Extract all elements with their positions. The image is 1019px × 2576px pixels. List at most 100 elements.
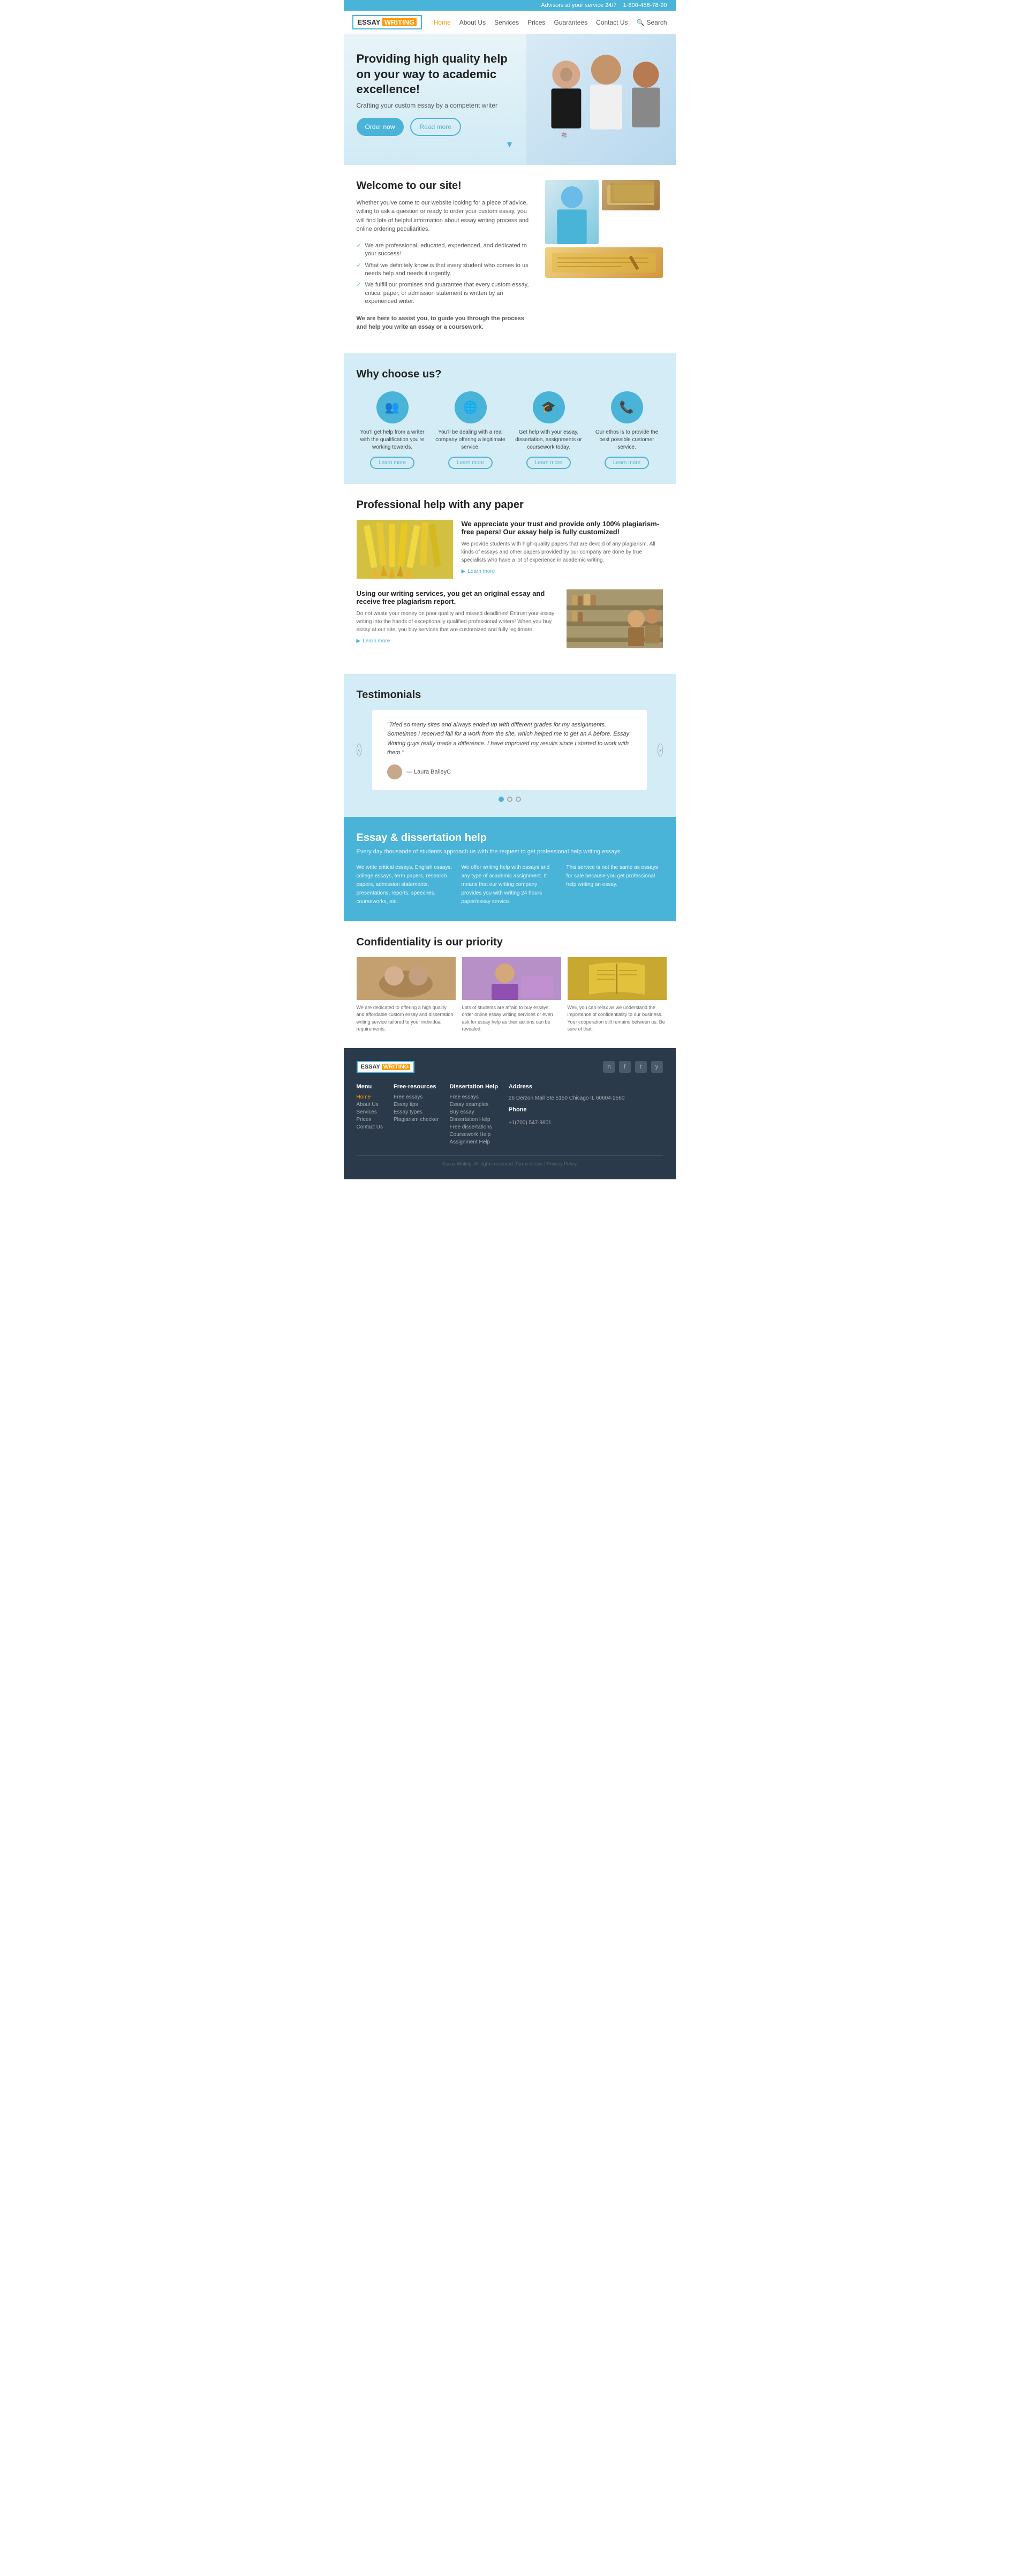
- essay-help-heading: Essay & dissertation help: [357, 832, 663, 844]
- header: ESSAY WRITING Home About Us Services Pri…: [344, 11, 676, 34]
- copyright-text: Essay Writing. All rights reserved. Term…: [442, 1161, 577, 1166]
- welcome-text: Welcome to our site! Whether you've come…: [357, 180, 534, 338]
- footer-link-essay-tips[interactable]: Essay tips: [394, 1102, 439, 1108]
- why-cards: 👥 You'll get help from a writer with the…: [357, 391, 663, 469]
- footer-link-dissertation-help[interactable]: Dissertation Help: [449, 1117, 497, 1123]
- pro-row-1: We appreciate your trust and provide onl…: [357, 520, 663, 579]
- welcome-image-person: [545, 180, 599, 244]
- why-card-2: 🌐 You'll be dealing with a real company …: [435, 391, 507, 469]
- search-icon: 🔍: [637, 19, 645, 26]
- hero-subtext: Crafting your custom essay by a competen…: [357, 102, 525, 109]
- footer-link-assignment-help[interactable]: Assignment Help: [449, 1139, 497, 1145]
- confidentiality-heading: Confidentiality is our priority: [357, 936, 663, 949]
- testimonial-box: "Tried so many sites and always ended up…: [372, 710, 647, 790]
- social-facebook[interactable]: f: [619, 1061, 631, 1073]
- footer-link-plagiarism[interactable]: Plagiarism checker: [394, 1117, 439, 1123]
- footer-address-heading: Address: [509, 1084, 624, 1090]
- footer-resources-heading: Free-resources: [394, 1084, 439, 1090]
- testimonial-prev-button[interactable]: ‹: [357, 744, 361, 756]
- conf-text-3: Well, you can relax as we understand the…: [568, 1004, 667, 1033]
- nav-prices[interactable]: Prices: [527, 19, 545, 26]
- read-more-button[interactable]: Read more: [410, 118, 461, 136]
- pro-learn-label-1: Learn more: [467, 569, 495, 574]
- pro-text-1: We appreciate your trust and provide onl…: [462, 520, 663, 574]
- pro-learn-link-1[interactable]: ▶ Learn more: [462, 569, 663, 574]
- nav-services[interactable]: Services: [494, 19, 519, 26]
- footer-link-home[interactable]: Home: [357, 1094, 383, 1100]
- footer-logo-essay: ESSAY: [361, 1064, 380, 1070]
- social-linkedin[interactable]: in: [603, 1061, 615, 1073]
- social-icons: in f t y: [603, 1061, 663, 1073]
- confidentiality-cards: We are dedicated to offering a high qual…: [357, 957, 663, 1033]
- checklist-item-2: What we definitely know is that every st…: [357, 260, 534, 280]
- why-learn-btn-2[interactable]: Learn more: [448, 457, 493, 469]
- why-learn-btn-1[interactable]: Learn more: [370, 457, 414, 469]
- dot-2[interactable]: [507, 797, 512, 802]
- footer-top: ESSAY WRITING in f t y: [357, 1061, 663, 1073]
- footer-link-contact[interactable]: Contact Us: [357, 1124, 383, 1130]
- welcome-bottom-text: We are here to assist you, to guide you …: [357, 314, 534, 332]
- confidentiality-section: Confidentiality is our priority We are d…: [344, 921, 676, 1048]
- footer-link-coursework-help[interactable]: Coursework Help: [449, 1132, 497, 1138]
- welcome-image-writing: [545, 247, 663, 278]
- nav-guarantees[interactable]: Guarantees: [554, 19, 587, 26]
- nav-about[interactable]: About Us: [459, 19, 486, 26]
- why-heading: Why choose us?: [357, 368, 663, 381]
- why-learn-btn-4[interactable]: Learn more: [605, 457, 649, 469]
- author-name: — Laura BaileyC: [406, 769, 451, 775]
- essay-col-3: This service is not the same as essays f…: [567, 863, 663, 906]
- pro-desc-2: Do not waste your money on poor quality …: [357, 610, 558, 634]
- scroll-down-arrow[interactable]: ▼: [357, 136, 663, 154]
- dot-3[interactable]: [516, 797, 521, 802]
- pro-title-2: Using our writing services, you get an o…: [357, 589, 558, 605]
- pro-help-section: Professional help with any paper We: [344, 484, 676, 674]
- testimonials-section: Testimonials ‹ "Tried so many sites and …: [344, 674, 676, 817]
- advisors-text: Advisors at your service 24/7: [541, 2, 616, 9]
- footer-link-prices[interactable]: Prices: [357, 1117, 383, 1123]
- search-button[interactable]: 🔍 Search: [637, 19, 667, 26]
- pro-desc-1: We provide students with high-quality pa…: [462, 540, 663, 564]
- conf-image-handshake: [357, 957, 456, 1000]
- footer-col-menu: Menu Home About Us Services Prices Conta…: [357, 1084, 383, 1147]
- pro-text-2: Using our writing services, you get an o…: [357, 589, 558, 644]
- footer-link-essay-examples[interactable]: Essay examples: [449, 1102, 497, 1108]
- nav-contact[interactable]: Contact Us: [596, 19, 628, 26]
- why-icon-1: 👥: [376, 391, 409, 423]
- welcome-image-books: [602, 180, 660, 210]
- testimonial-next-button[interactable]: ›: [658, 744, 662, 756]
- footer-link-free-dissertations[interactable]: Free dissertations: [449, 1124, 497, 1130]
- footer-link-about[interactable]: About Us: [357, 1102, 383, 1108]
- nav-home[interactable]: Home: [434, 19, 451, 26]
- footer-link-services[interactable]: Services: [357, 1109, 383, 1115]
- footer-phone: +1(700) 547-9601: [509, 1120, 552, 1126]
- conf-card-1: We are dedicated to offering a high qual…: [357, 957, 456, 1033]
- footer-link-buy-essay[interactable]: Buy essay: [449, 1109, 497, 1115]
- footer-logo: ESSAY WRITING: [357, 1061, 415, 1073]
- social-youtube[interactable]: y: [651, 1061, 663, 1073]
- dot-1[interactable]: [499, 797, 504, 802]
- footer-dissertation-heading: Dissertation Help: [449, 1084, 497, 1090]
- welcome-image-row-1: [545, 180, 663, 244]
- footer-link-d-free-essays[interactable]: Free essays: [449, 1094, 497, 1100]
- footer-link-essay-types[interactable]: Essay types: [394, 1109, 439, 1115]
- pro-learn-link-2[interactable]: ▶ Learn more: [357, 638, 558, 644]
- welcome-checklist: We are professional, educated, experienc…: [357, 240, 534, 308]
- top-bar: Advisors at your service 24/7 1-800-456-…: [344, 0, 676, 11]
- conf-text-1: We are dedicated to offering a high qual…: [357, 1004, 456, 1033]
- conf-text-2: Lots of students are afraid to buy essay…: [462, 1004, 561, 1033]
- conf-image-book: [568, 957, 667, 1000]
- why-learn-btn-3[interactable]: Learn more: [526, 457, 571, 469]
- footer-link-free-essays[interactable]: Free essays: [394, 1094, 439, 1100]
- social-twitter[interactable]: t: [635, 1061, 647, 1073]
- footer-col-dissertation: Dissertation Help Free essays Essay exam…: [449, 1084, 497, 1147]
- footer-address: 26 Derzon Mall Ste 5150 Chicago IL 60604…: [509, 1094, 624, 1102]
- pro-row-2: Using our writing services, you get an o…: [357, 589, 663, 648]
- phone-number: 1-800-456-78-90: [623, 2, 667, 9]
- why-card-3: 🎓 Get help with your essay, dissertation…: [513, 391, 585, 469]
- main-nav: Home About Us Services Prices Guarantees…: [434, 19, 667, 26]
- footer-phone-heading: Phone: [509, 1107, 624, 1113]
- why-text-4: Our ethos is to provide the best possibl…: [591, 429, 663, 451]
- footer-menu-heading: Menu: [357, 1084, 383, 1090]
- order-now-button[interactable]: Order now: [357, 118, 404, 136]
- arrow-icon-1: ▶: [462, 569, 466, 574]
